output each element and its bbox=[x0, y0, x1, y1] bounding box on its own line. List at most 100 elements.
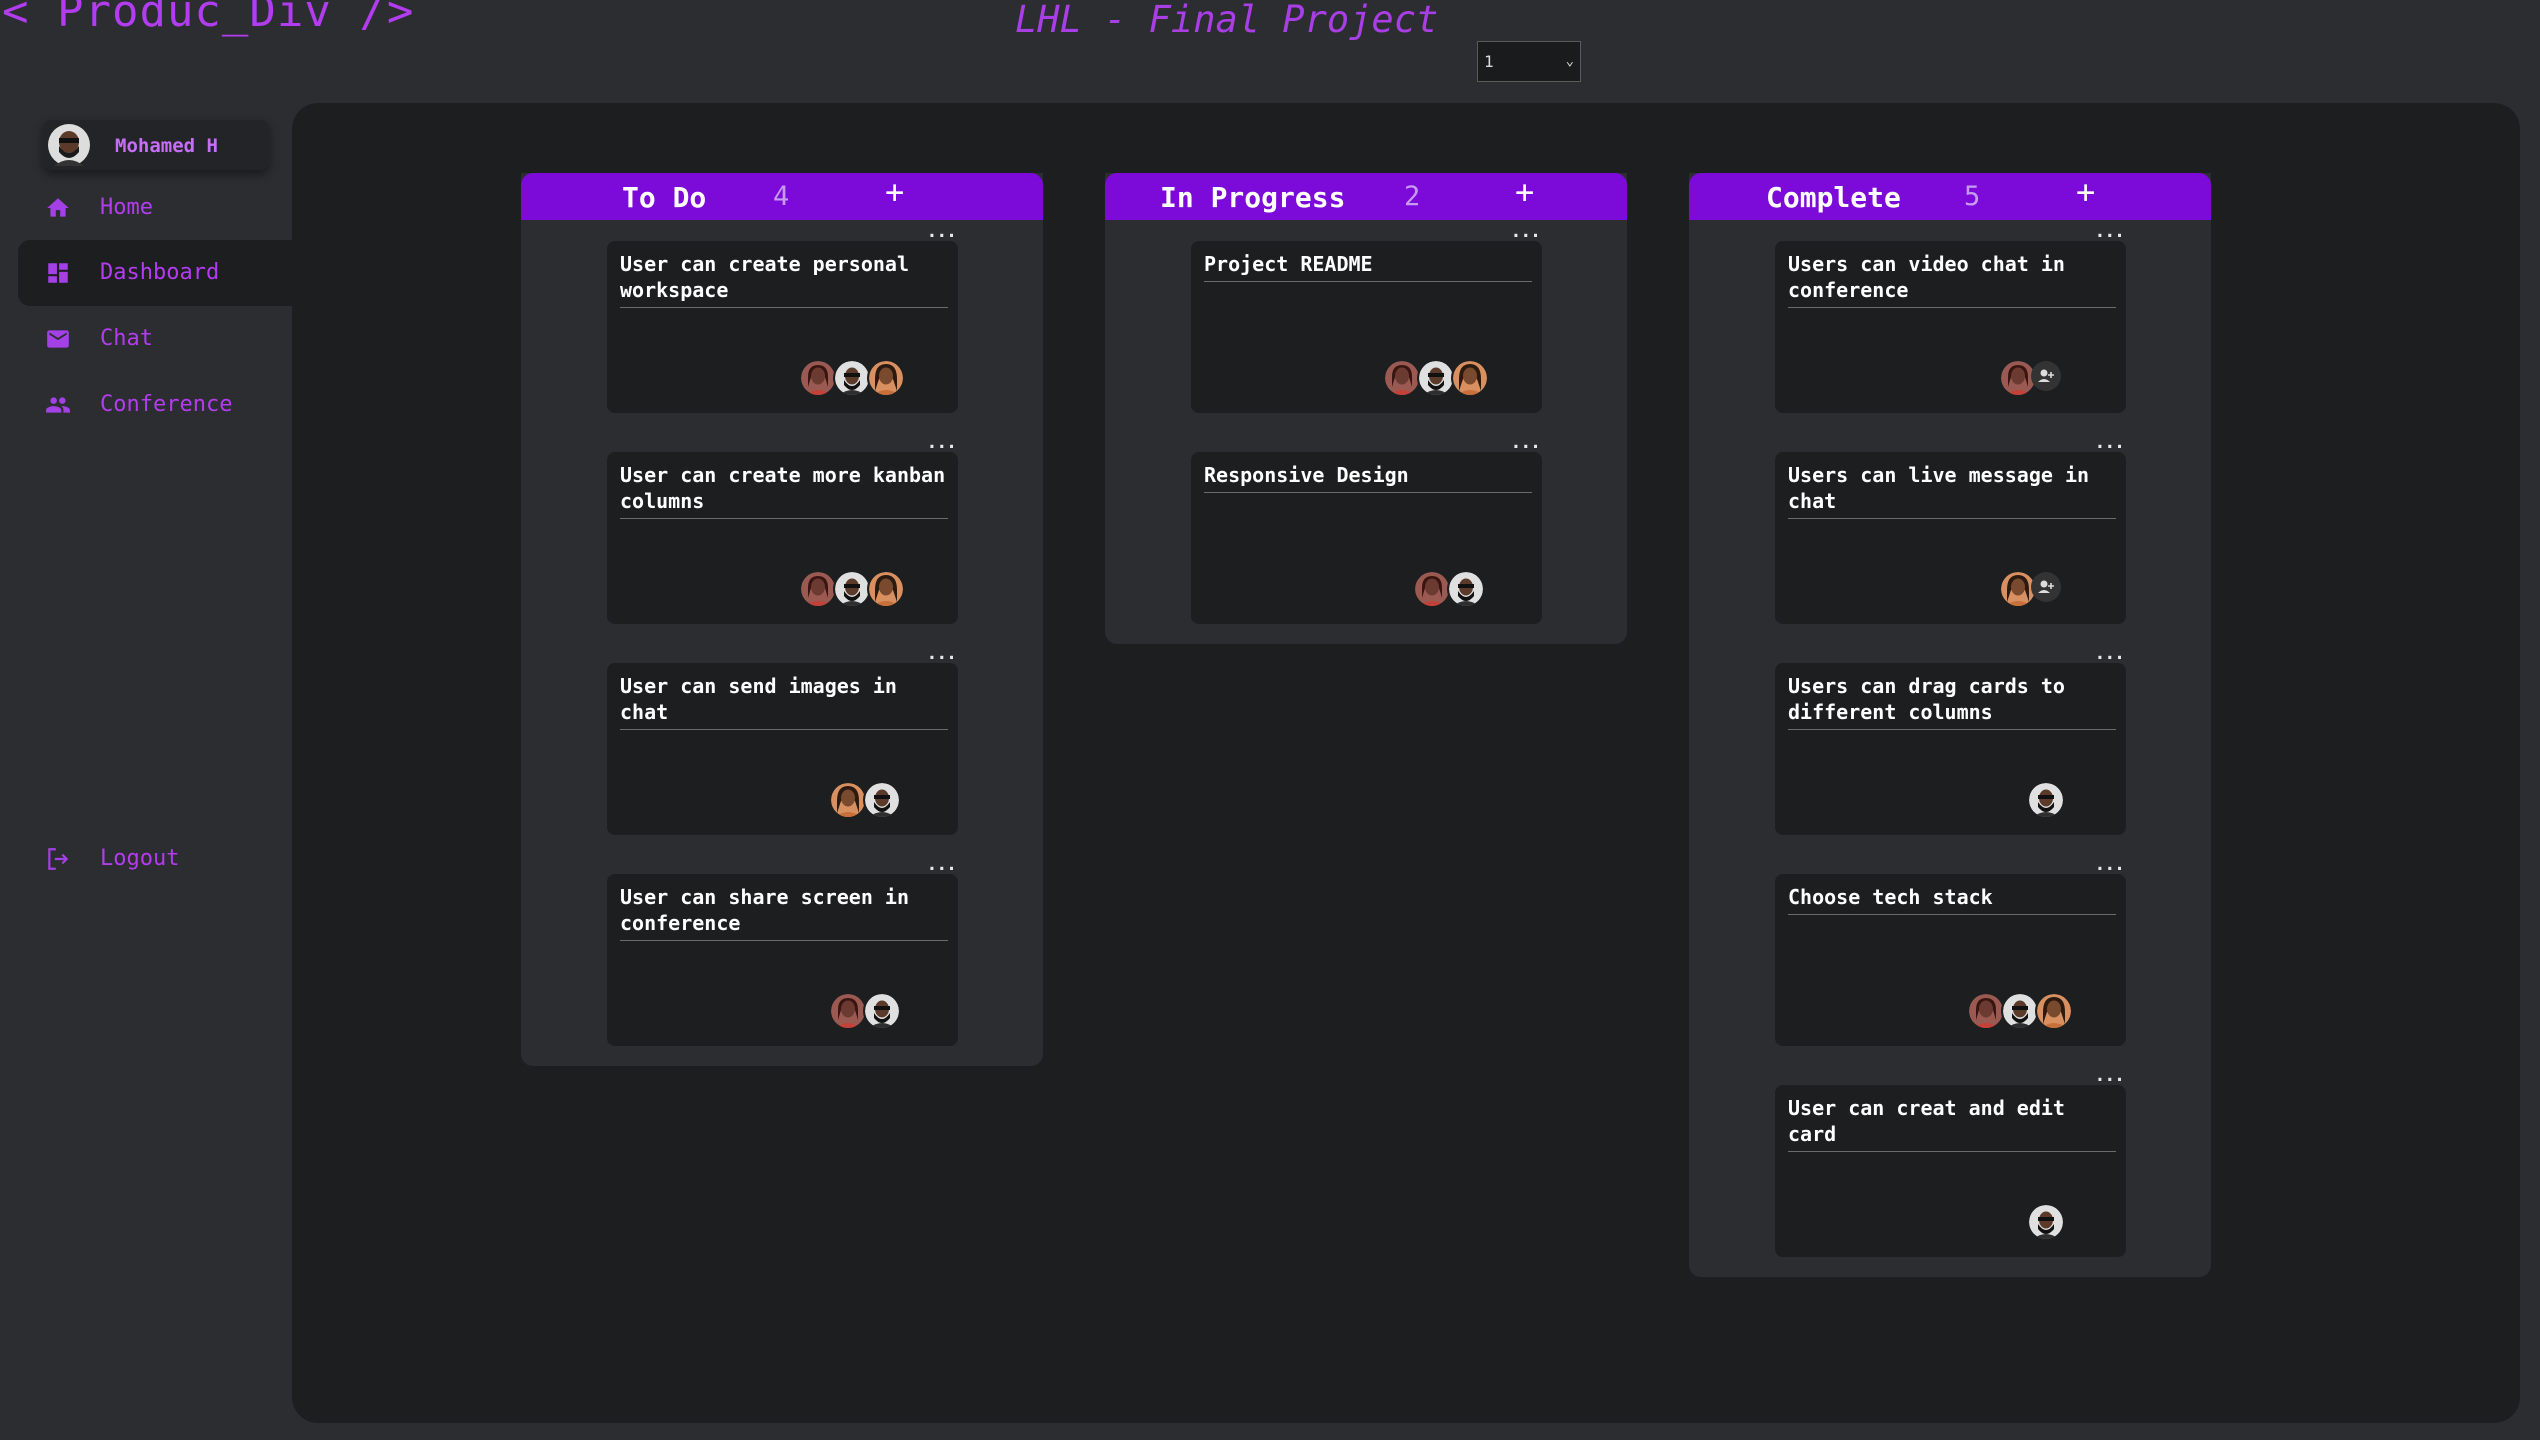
add-assignee-icon[interactable] bbox=[2031, 572, 2061, 602]
card-menu-button[interactable]: ... bbox=[2094, 432, 2124, 453]
add-assignee-icon[interactable] bbox=[2031, 361, 2061, 391]
card-title: Users can drag cards to different column… bbox=[1788, 673, 2116, 730]
kanban-card[interactable]: ... Users can drag cards to different co… bbox=[1775, 643, 2126, 835]
kanban-card[interactable]: ... User can creat and edit card bbox=[1775, 1065, 2126, 1257]
card-assignees bbox=[1967, 992, 2073, 1030]
avatar bbox=[1451, 359, 1489, 397]
add-card-button[interactable]: + bbox=[885, 173, 904, 211]
sidebar-item-chat[interactable]: Chat bbox=[18, 306, 293, 372]
card-title: Users can live message in chat bbox=[1788, 462, 2116, 519]
card-menu-button[interactable]: ... bbox=[2094, 854, 2124, 875]
card-assignees bbox=[1999, 359, 2061, 397]
column-complete[interactable]: Complete 5 + ... Users can video chat in… bbox=[1689, 173, 2211, 1277]
column-in-progress[interactable]: In Progress 2 + ... Project README ... R… bbox=[1105, 173, 1627, 644]
column-title: In Progress bbox=[1160, 181, 1346, 214]
card-menu-button[interactable]: ... bbox=[1510, 221, 1540, 242]
column-header: To Do 4 + bbox=[521, 173, 1043, 220]
sidebar-item-dashboard[interactable]: Dashboard bbox=[18, 240, 293, 306]
card-title: User can create personal workspace bbox=[620, 251, 948, 308]
kanban-card[interactable]: ... User can send images in chat bbox=[607, 643, 958, 835]
column-count: 4 bbox=[773, 181, 790, 212]
card-menu-button[interactable]: ... bbox=[926, 643, 956, 664]
card-title: Project README bbox=[1204, 251, 1532, 282]
avatar bbox=[1447, 570, 1485, 608]
kanban-card[interactable]: ... Users can video chat in conference bbox=[1775, 221, 2126, 413]
mail-icon bbox=[47, 330, 69, 348]
card-menu-button[interactable]: ... bbox=[2094, 643, 2124, 664]
card-title: User can share screen in conference bbox=[620, 884, 948, 941]
avatar bbox=[799, 570, 837, 608]
card-menu-button[interactable]: ... bbox=[2094, 1065, 2124, 1086]
card-menu-button[interactable]: ... bbox=[926, 221, 956, 242]
sidebar-item-label: Home bbox=[100, 195, 153, 220]
avatar bbox=[829, 781, 867, 819]
card-title: User can creat and edit card bbox=[1788, 1095, 2116, 1152]
card-menu-button[interactable]: ... bbox=[1510, 432, 1540, 453]
kanban-card[interactable]: ... User can create more kanban columns bbox=[607, 432, 958, 624]
avatar bbox=[2001, 992, 2039, 1030]
card-assignees bbox=[1383, 359, 1489, 397]
project-title: LHL - Final Project bbox=[1015, 0, 1439, 41]
kanban-card[interactable]: ... Responsive Design bbox=[1191, 432, 1542, 624]
card-menu-button[interactable]: ... bbox=[926, 854, 956, 875]
avatar bbox=[2027, 1203, 2065, 1241]
kanban-card[interactable]: ... Project README bbox=[1191, 221, 1542, 413]
sidebar-item-label: Chat bbox=[100, 326, 153, 351]
sprint-select-value: 1 bbox=[1484, 52, 1494, 71]
card-title: Choose tech stack bbox=[1788, 884, 2116, 915]
avatar bbox=[863, 781, 901, 819]
card-menu-button[interactable]: ... bbox=[2094, 221, 2124, 242]
card-assignees bbox=[2027, 781, 2065, 819]
logout-icon bbox=[48, 848, 69, 870]
card-title: Users can video chat in conference bbox=[1788, 251, 2116, 308]
avatar bbox=[867, 570, 905, 608]
column-count: 2 bbox=[1404, 181, 1421, 212]
sidebar-item-home[interactable]: Home bbox=[18, 175, 293, 241]
sidebar-item-conference[interactable]: Conference bbox=[18, 372, 293, 438]
avatar bbox=[799, 359, 837, 397]
chevron-down-icon: ⌄ bbox=[1565, 53, 1574, 69]
sprint-select[interactable]: 1 ⌄ bbox=[1477, 41, 1581, 82]
add-card-button[interactable]: + bbox=[2076, 173, 2095, 211]
app-logo[interactable]: < Produc_Div /> bbox=[2, 0, 414, 37]
card-title: User can send images in chat bbox=[620, 673, 948, 730]
avatar bbox=[829, 992, 867, 1030]
logout-label: Logout bbox=[100, 846, 180, 871]
avatar bbox=[1383, 359, 1421, 397]
card-assignees bbox=[2027, 1203, 2065, 1241]
avatar bbox=[833, 359, 871, 397]
kanban-card[interactable]: ... User can share screen in conference bbox=[607, 854, 958, 1046]
user-name: Mohamed H bbox=[115, 135, 218, 157]
avatar bbox=[1417, 359, 1455, 397]
card-title: Responsive Design bbox=[1204, 462, 1532, 493]
avatar bbox=[1413, 570, 1451, 608]
sidebar-item-label: Conference bbox=[100, 392, 233, 417]
avatar bbox=[2027, 781, 2065, 819]
avatar bbox=[863, 992, 901, 1030]
card-assignees bbox=[1413, 570, 1485, 608]
dashboard-icon bbox=[48, 263, 68, 283]
add-card-button[interactable]: + bbox=[1515, 173, 1534, 211]
column-title: To Do bbox=[622, 181, 707, 214]
logout-button[interactable]: Logout bbox=[18, 826, 293, 892]
kanban-card[interactable]: ... Choose tech stack bbox=[1775, 854, 2126, 1046]
card-title: User can create more kanban columns bbox=[620, 462, 948, 519]
column-count: 5 bbox=[1964, 181, 1981, 212]
avatar bbox=[833, 570, 871, 608]
column-to-do[interactable]: To Do 4 + ... User can create personal w… bbox=[521, 173, 1043, 1066]
column-title: Complete bbox=[1766, 181, 1901, 214]
user-profile-chip[interactable]: Mohamed H bbox=[43, 120, 269, 170]
kanban-card[interactable]: ... Users can live message in chat bbox=[1775, 432, 2126, 624]
kanban-card[interactable]: ... User can create personal workspace bbox=[607, 221, 958, 413]
sidebar-item-label: Dashboard bbox=[100, 260, 220, 285]
card-assignees bbox=[829, 781, 901, 819]
home-icon bbox=[47, 198, 69, 217]
avatar bbox=[48, 124, 90, 170]
avatar bbox=[867, 359, 905, 397]
avatar bbox=[2035, 992, 2073, 1030]
card-menu-button[interactable]: ... bbox=[926, 432, 956, 453]
people-icon bbox=[46, 397, 70, 413]
card-assignees bbox=[829, 992, 901, 1030]
card-assignees bbox=[1999, 570, 2061, 608]
column-header: Complete 5 + bbox=[1689, 173, 2211, 220]
